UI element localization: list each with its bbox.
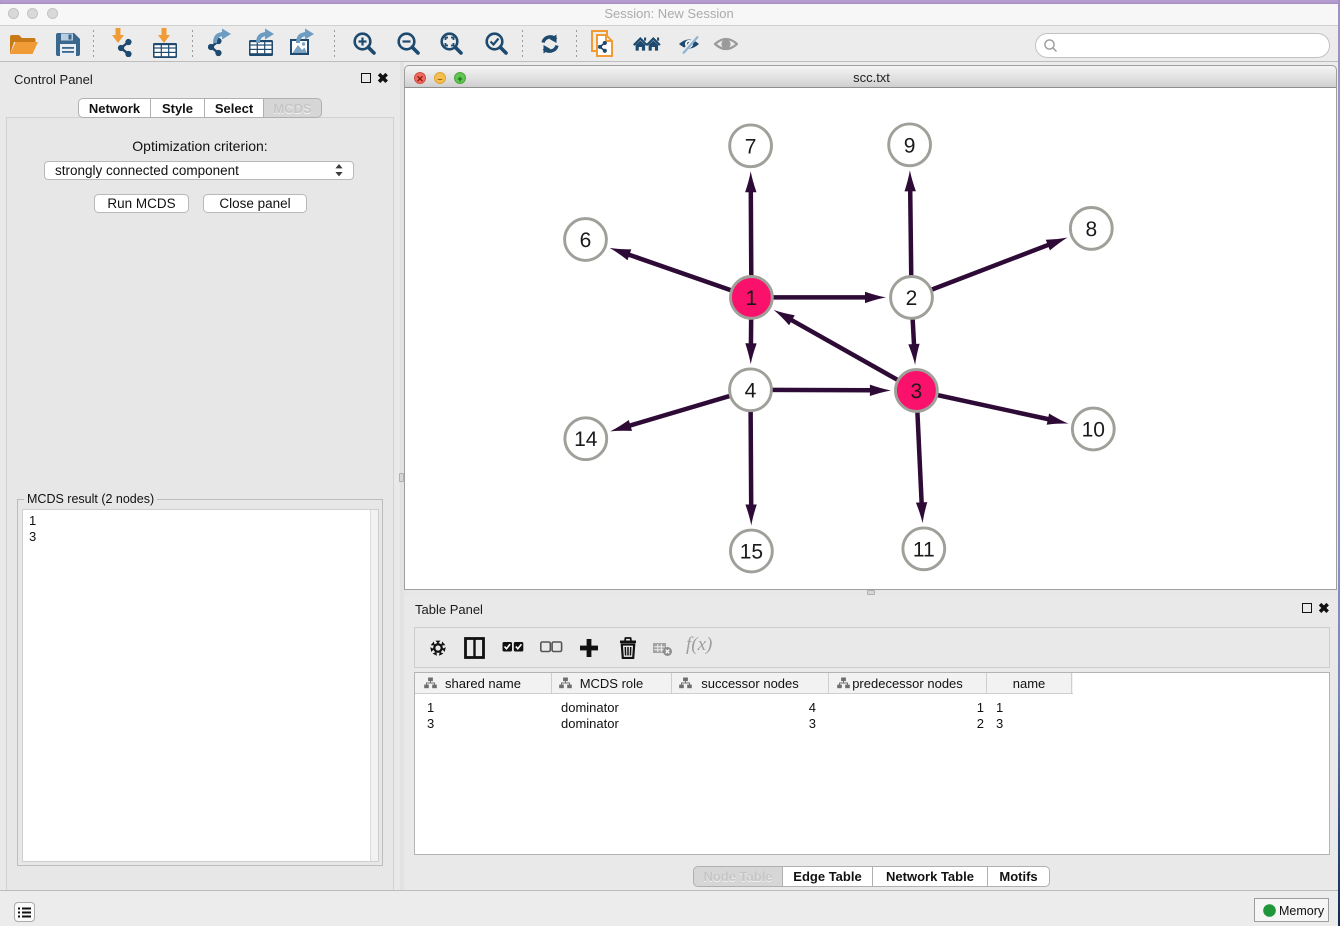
svg-text:15: 15 bbox=[740, 541, 763, 564]
svg-text:3: 3 bbox=[911, 380, 923, 403]
svg-text:2: 2 bbox=[906, 287, 918, 310]
svg-text:8: 8 bbox=[1085, 218, 1097, 241]
svg-text:10: 10 bbox=[1082, 419, 1105, 442]
svg-text:4: 4 bbox=[745, 379, 757, 402]
svg-text:11: 11 bbox=[913, 538, 935, 561]
svg-text:1: 1 bbox=[746, 287, 758, 310]
svg-text:9: 9 bbox=[904, 134, 916, 157]
svg-text:14: 14 bbox=[574, 428, 598, 451]
svg-text:7: 7 bbox=[745, 135, 757, 158]
svg-text:6: 6 bbox=[580, 229, 592, 252]
